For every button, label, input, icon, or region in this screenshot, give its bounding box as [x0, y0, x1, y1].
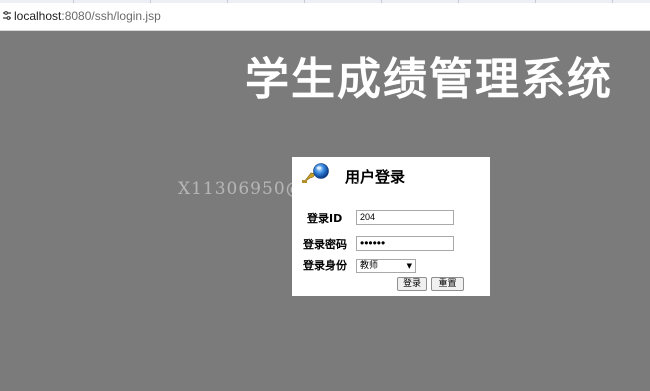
browser-address-bar: localhost:8080/ssh/login.jsp	[0, 0, 650, 31]
tab-divider	[458, 0, 459, 3]
role-select-value: 教师	[360, 261, 379, 271]
role-label: 登录身份	[303, 259, 347, 272]
url-path: :8080/ssh/login.jsp	[61, 9, 161, 23]
reset-button[interactable]: 重置	[431, 277, 464, 291]
tab-divider	[612, 0, 613, 3]
role-select[interactable]: 教师 ▼	[356, 259, 416, 273]
password-label: 登录密码	[303, 238, 347, 251]
tab-divider	[73, 0, 74, 3]
tab-divider	[227, 0, 228, 3]
tab-divider	[150, 0, 151, 3]
url-host: localhost	[14, 9, 62, 23]
page-content: 学生成绩管理系统 用户登录 登录ID 204 登录密码 •••••• 登录身份 …	[0, 31, 650, 391]
login-id-input[interactable]: 204	[356, 210, 454, 225]
tab-divider	[535, 0, 536, 3]
site-settings-icon[interactable]	[3, 11, 11, 21]
watermark-text: X11306950@zuidaima.com	[178, 179, 435, 199]
chevron-down-icon: ▼	[406, 262, 412, 270]
tab-divider	[381, 0, 382, 3]
tab-strip	[0, 0, 650, 3]
tab-divider	[304, 0, 305, 3]
password-input[interactable]: ••••••	[356, 236, 454, 251]
login-panel: 用户登录 登录ID 204 登录密码 •••••• 登录身份 教师 ▼ 登录 重…	[292, 157, 490, 296]
login-id-label: 登录ID	[307, 212, 343, 225]
url-text[interactable]: localhost:8080/ssh/login.jsp	[14, 8, 161, 24]
login-button[interactable]: 登录	[397, 277, 427, 291]
page-title: 学生成绩管理系统	[245, 54, 613, 105]
